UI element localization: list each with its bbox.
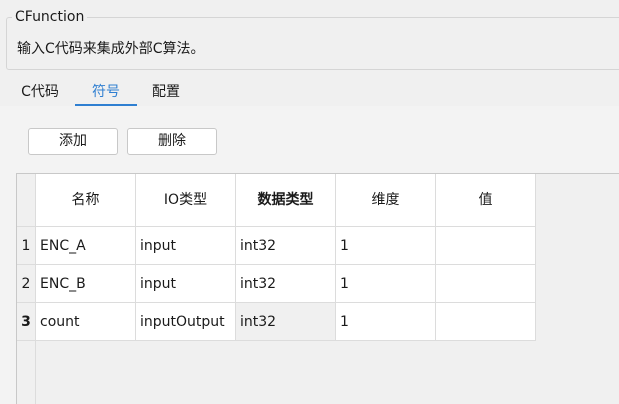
row-header[interactable]: 2 <box>17 265 36 303</box>
group-title: CFunction <box>12 8 88 26</box>
column-header-name[interactable]: 名称 <box>36 174 136 227</box>
cell-io-type[interactable]: input <box>136 265 236 303</box>
cell-data-type[interactable]: int32 <box>236 227 336 265</box>
table-corner[interactable] <box>17 174 36 227</box>
cell-data-type[interactable]: int32 <box>236 265 336 303</box>
row-header[interactable]: 3 <box>17 303 36 341</box>
column-header-dimension[interactable]: 维度 <box>336 174 436 227</box>
cell-dimension[interactable]: 1 <box>336 265 436 303</box>
tab-symbols[interactable]: 符号 <box>75 81 137 106</box>
cell-io-type[interactable]: inputOutput <box>136 303 236 341</box>
add-button[interactable]: 添加 <box>28 128 118 155</box>
tab-bar: C代码 符号 配置 <box>0 78 619 106</box>
cell-value[interactable] <box>436 303 536 341</box>
cell-name[interactable]: ENC_B <box>36 265 136 303</box>
tab-config[interactable]: 配置 <box>147 81 185 106</box>
cell-value[interactable] <box>436 227 536 265</box>
tab-c-code[interactable]: C代码 <box>17 81 63 106</box>
cell-name[interactable]: ENC_A <box>36 227 136 265</box>
row-header[interactable]: 1 <box>17 227 36 265</box>
cell-dimension[interactable]: 1 <box>336 227 436 265</box>
column-header-data-type[interactable]: 数据类型 <box>236 174 336 227</box>
column-header-value[interactable]: 值 <box>436 174 536 227</box>
symbol-table: 名称 IO类型 数据类型 维度 值 1 ENC_A input int32 1 … <box>16 173 619 404</box>
cell-value[interactable] <box>436 265 536 303</box>
cell-dimension[interactable]: 1 <box>336 303 436 341</box>
cell-name[interactable]: count <box>36 303 136 341</box>
symbols-panel: 添加 删除 名称 IO类型 数据类型 维度 值 1 ENC_A input in… <box>0 106 619 404</box>
cell-io-type[interactable]: input <box>136 227 236 265</box>
group-description: 输入C代码来集成外部C算法。 <box>17 41 205 57</box>
delete-button[interactable]: 删除 <box>127 128 217 155</box>
cell-data-type-current[interactable]: int32 <box>236 303 336 341</box>
column-header-io-type[interactable]: IO类型 <box>136 174 236 227</box>
